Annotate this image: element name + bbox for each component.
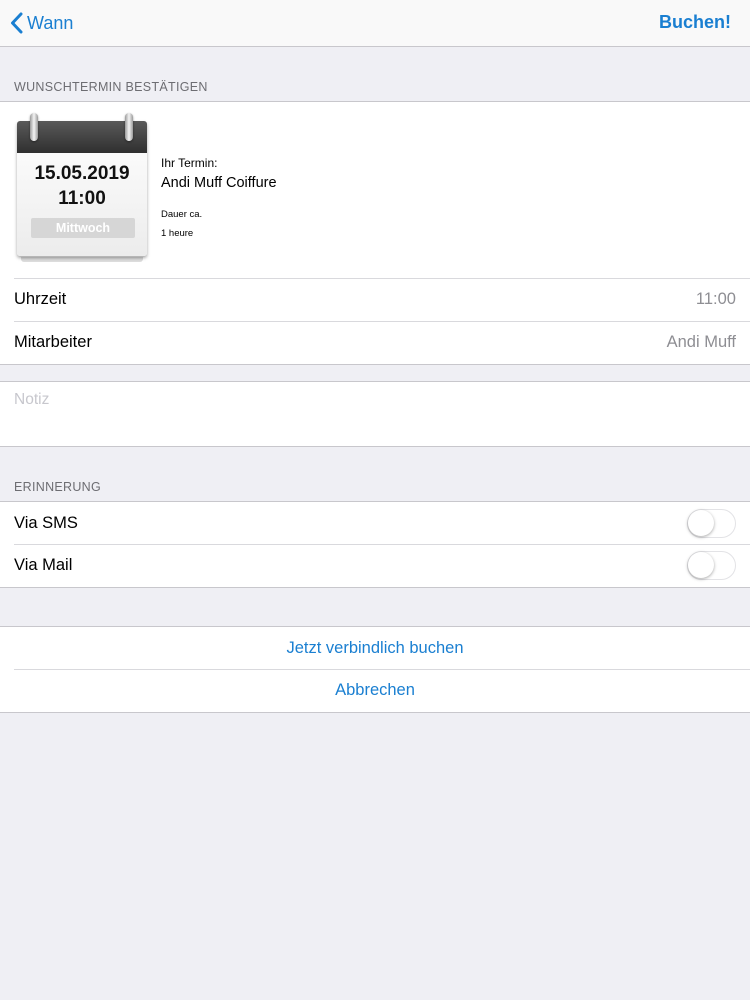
cancel-button[interactable]: Abbrechen bbox=[14, 669, 750, 711]
mail-reminder-toggle[interactable] bbox=[687, 551, 736, 580]
duration-label: Dauer ca. bbox=[161, 209, 203, 220]
staff-row-value: Andi Muff bbox=[666, 333, 736, 351]
calendar-page-edge bbox=[21, 257, 143, 262]
sms-reminder-row: Via SMS bbox=[14, 502, 750, 544]
sms-reminder-label: Via SMS bbox=[14, 513, 78, 532]
book-binding-button[interactable]: Jetzt verbindlich buchen bbox=[14, 627, 750, 669]
staff-row[interactable]: Mitarbeiter Andi Muff bbox=[14, 321, 750, 363]
calendar-sheet: 15.05.2019 11:00 Mittwoch bbox=[17, 121, 147, 256]
appointment-group: 15.05.2019 11:00 Mittwoch Ihr Termin: An… bbox=[0, 101, 750, 365]
time-row-label: Uhrzeit bbox=[14, 290, 67, 308]
navigation-bar: Wann Buchen! bbox=[0, 0, 750, 47]
mail-reminder-row: Via Mail bbox=[14, 544, 750, 586]
calendar-icon: 15.05.2019 11:00 Mittwoch bbox=[17, 113, 147, 263]
toggle-knob bbox=[688, 509, 714, 536]
sms-reminder-toggle[interactable] bbox=[687, 508, 736, 538]
staff-row-label: Mitarbeiter bbox=[14, 333, 92, 351]
salon-name: Andi Muff Coiffure bbox=[161, 175, 277, 191]
reminder-section-header: ERINNERUNG bbox=[14, 480, 102, 494]
note-group: Notiz bbox=[0, 381, 750, 447]
calendar-ring-right bbox=[125, 113, 133, 141]
calendar-date: 15.05.2019 bbox=[34, 163, 130, 184]
duration-value: 1 heure bbox=[161, 228, 194, 239]
toggle-knob bbox=[688, 552, 714, 578]
calendar-time: 11:00 bbox=[58, 188, 106, 209]
time-row: Uhrzeit 11:00 bbox=[14, 278, 750, 320]
back-button[interactable]: Wann bbox=[10, 9, 73, 37]
book-now-button[interactable]: Buchen! bbox=[659, 12, 731, 33]
confirm-section-header: WUNSCHTERMIN BESTÄTIGEN bbox=[14, 80, 208, 94]
calendar-weekday: Mittwoch bbox=[31, 218, 135, 238]
reminder-group: Via SMS Via Mail bbox=[0, 501, 750, 588]
chevron-left-icon bbox=[10, 12, 23, 34]
note-input[interactable]: Notiz bbox=[14, 391, 49, 409]
actions-group: Jetzt verbindlich buchen Abbrechen bbox=[0, 626, 750, 713]
calendar-ring-left bbox=[30, 113, 38, 141]
mail-reminder-label: Via Mail bbox=[14, 556, 73, 574]
time-row-value: 11:00 bbox=[695, 290, 736, 308]
appointment-label: Ihr Termin: bbox=[161, 156, 218, 170]
back-button-label: Wann bbox=[27, 12, 74, 33]
